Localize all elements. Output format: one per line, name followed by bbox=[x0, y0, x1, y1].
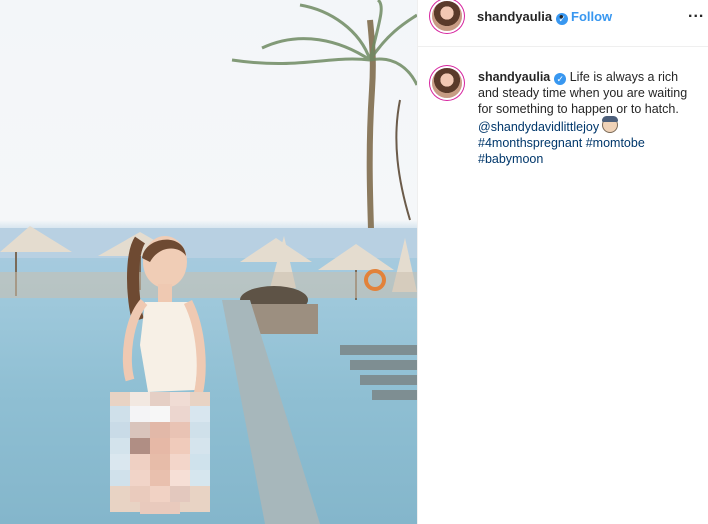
post-header-username[interactable]: shandyaulia ✓ bbox=[477, 9, 569, 25]
more-options-icon[interactable]: ... bbox=[688, 4, 704, 22]
hashtag-4monthspregnant[interactable]: #4monthspregnant #momtobe bbox=[478, 135, 700, 151]
post-side-panel: shandyaulia ✓ • Follow ... shandyaulia ✓ L… bbox=[417, 0, 708, 524]
post-header: shandyaulia ✓ • Follow ... bbox=[418, 0, 708, 47]
follow-button[interactable]: Follow bbox=[571, 9, 612, 24]
baby-emoji-icon bbox=[602, 116, 619, 133]
hashtag-text[interactable]: #4monthspregnant bbox=[478, 136, 582, 150]
verified-badge-icon: ✓ bbox=[554, 73, 567, 85]
caption-mention[interactable]: @shandydavidlittlejoy bbox=[478, 116, 700, 135]
post-caption: shandyaulia ✓ Life is always a rich and s… bbox=[478, 69, 700, 167]
username-text[interactable]: shandyaulia bbox=[477, 9, 552, 24]
hashtag-momtobe[interactable]: #momtobe bbox=[586, 136, 645, 150]
avatar-icon[interactable] bbox=[432, 1, 462, 31]
mention-text[interactable]: @shandydavidlittlejoy bbox=[478, 120, 599, 134]
post-photo[interactable] bbox=[0, 0, 417, 524]
caption-username[interactable]: shandyaulia bbox=[478, 70, 550, 84]
hashtag-babymoon[interactable]: #babymoon bbox=[478, 151, 700, 167]
caption-avatar-icon[interactable] bbox=[432, 68, 462, 98]
post-photo-scene bbox=[0, 0, 417, 524]
dot-separator: • bbox=[559, 9, 564, 24]
